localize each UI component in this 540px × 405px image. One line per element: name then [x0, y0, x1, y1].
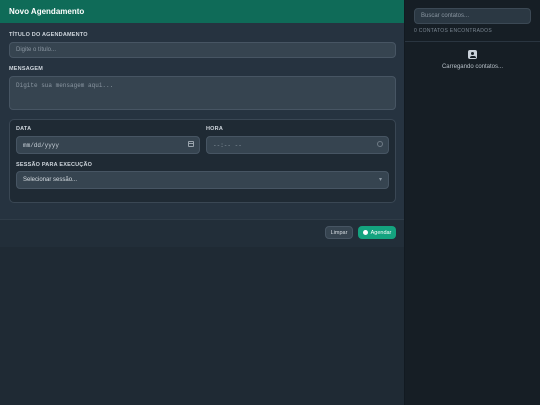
clock-icon[interactable] — [377, 141, 383, 147]
date-input[interactable]: mm/dd/yyyy — [16, 136, 200, 154]
contact-icon — [468, 50, 477, 59]
date-label: DATA — [16, 126, 32, 132]
form-footer: Limpar Agendar — [0, 219, 404, 247]
title-placeholder: Digite o título... — [16, 47, 57, 53]
clear-button[interactable]: Limpar — [325, 226, 353, 239]
schedule-form: TÍTULO DO AGENDAMENTO Digite o título...… — [0, 23, 404, 219]
contact-search-input[interactable]: Buscar contatos... — [414, 8, 531, 24]
time-label: HORA — [206, 126, 223, 132]
calendar-icon[interactable] — [188, 141, 194, 147]
date-value: mm/dd/yyyy — [23, 141, 60, 149]
scheduling-panel: Novo Agendamento TÍTULO DO AGENDAMENTO D… — [0, 0, 405, 405]
execution-settings-panel: DATA mm/dd/yyyy HORA --:-- -- SESSÃO PAR… — [9, 119, 396, 203]
title-label: TÍTULO DO AGENDAMENTO — [9, 32, 88, 38]
message-textarea[interactable]: Digite sua mensagem aqui... — [9, 76, 396, 110]
chevron-down-icon: ▾ — [378, 177, 382, 183]
message-placeholder: Digite sua mensagem aqui... — [16, 82, 114, 89]
panel-header: Novo Agendamento — [0, 0, 404, 23]
title-input[interactable]: Digite o título... — [9, 42, 396, 58]
time-value: --:-- -- — [213, 141, 242, 149]
page-title: Novo Agendamento — [9, 7, 85, 16]
time-input[interactable]: --:-- -- — [206, 136, 389, 154]
search-placeholder: Buscar contatos... — [421, 13, 470, 19]
loading-text: Carregando contatos... — [441, 64, 504, 70]
contacts-count: 0 CONTATOS ENCONTRADOS — [414, 28, 492, 34]
schedule-button[interactable]: Agendar — [358, 226, 396, 239]
message-label: MENSAGEM — [9, 66, 43, 72]
session-label: SESSÃO PARA EXECUÇÃO — [16, 162, 93, 168]
schedule-button-label: Agendar — [370, 229, 392, 236]
clear-button-label: Limpar — [330, 229, 348, 236]
session-select[interactable]: Selecionar sessão... ▾ — [16, 171, 389, 189]
contacts-sidebar: Buscar contatos... 0 CONTATOS ENCONTRADO… — [405, 0, 540, 405]
sidebar-divider — [405, 41, 540, 42]
circle-icon — [362, 230, 368, 235]
session-value: Selecionar sessão... — [23, 177, 78, 183]
